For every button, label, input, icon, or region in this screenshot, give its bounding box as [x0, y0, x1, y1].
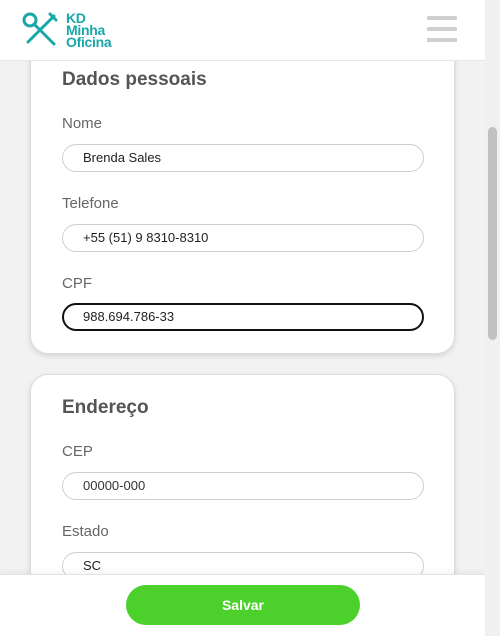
name-input[interactable]: Brenda Sales [62, 144, 424, 172]
save-button[interactable]: Salvar [126, 585, 360, 625]
phone-input[interactable]: +55 (51) 9 8310-8310 [62, 224, 424, 252]
logo-text: KD Minha Oficina [66, 11, 112, 50]
phone-label: Telefone [62, 195, 119, 212]
address-title: Endereço [62, 397, 149, 418]
name-label: Nome [62, 115, 103, 132]
app-header: KD Minha Oficina [0, 0, 485, 61]
wrench-screwdriver-icon [22, 12, 58, 46]
cep-label: CEP [62, 443, 93, 460]
cpf-input[interactable]: 988.694.786-33 [62, 303, 424, 331]
footer-bar: Salvar [0, 574, 485, 636]
personal-data-title: Dados pessoais [62, 69, 207, 90]
cep-input[interactable]: 00000-000 [62, 472, 424, 500]
personal-data-card: Dados pessoais Nome Brenda Sales Telefon… [30, 18, 455, 354]
scrollbar-thumb[interactable] [488, 127, 497, 340]
logo[interactable]: KD Minha Oficina [20, 10, 112, 50]
scrollbar[interactable] [485, 0, 500, 635]
cpf-label: CPF [62, 275, 92, 292]
hamburger-menu-icon[interactable] [427, 16, 457, 42]
logo-line-3: Oficina [66, 34, 112, 50]
state-label: Estado [62, 523, 109, 540]
